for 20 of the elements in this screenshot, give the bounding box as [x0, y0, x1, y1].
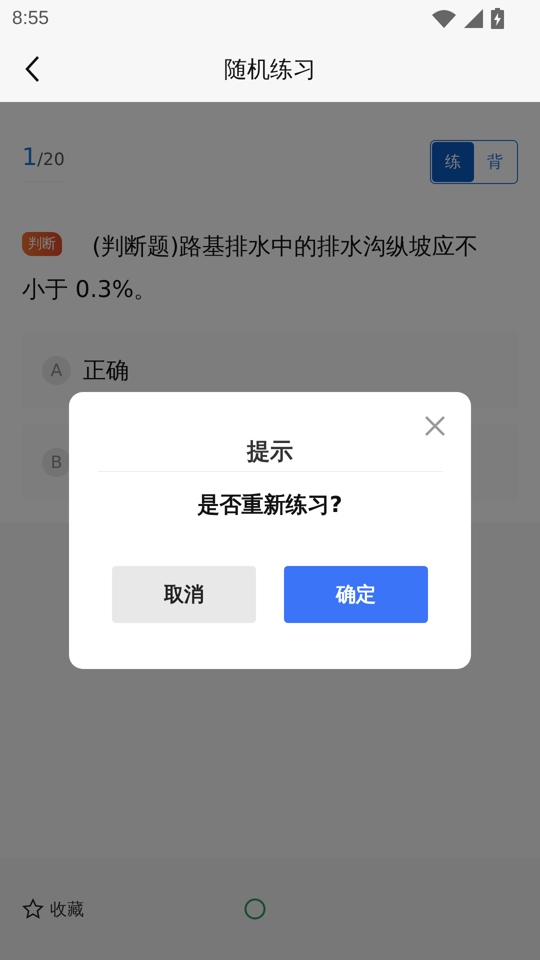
- question-counter: 1/20: [22, 142, 66, 182]
- battery-icon: [491, 8, 504, 29]
- circle-icon[interactable]: [244, 898, 266, 920]
- option-text: 正确: [83, 357, 129, 386]
- question-type-tag: 判断: [22, 232, 62, 256]
- wifi-icon: [432, 9, 456, 28]
- confirm-button[interactable]: 确定: [284, 566, 428, 623]
- favorite-button[interactable]: 收藏: [22, 898, 84, 920]
- signal-icon: [464, 9, 483, 28]
- close-icon[interactable]: [423, 414, 447, 438]
- dialog-message: 是否重新练习?: [198, 492, 342, 520]
- cancel-button[interactable]: 取消: [112, 566, 256, 623]
- dialog-title: 提示: [98, 436, 442, 472]
- mode-tab[interactable]: 练: [432, 142, 474, 182]
- question-text: 判断 (判断题)路基排水中的排水沟纵坡应不小于 0.3%。: [22, 231, 479, 305]
- mode-tab[interactable]: 背: [474, 142, 516, 182]
- star-icon: [22, 898, 44, 920]
- clock: 8:55: [12, 8, 49, 30]
- page-title: 随机练习: [224, 56, 316, 85]
- chevron-left-icon: [24, 55, 40, 83]
